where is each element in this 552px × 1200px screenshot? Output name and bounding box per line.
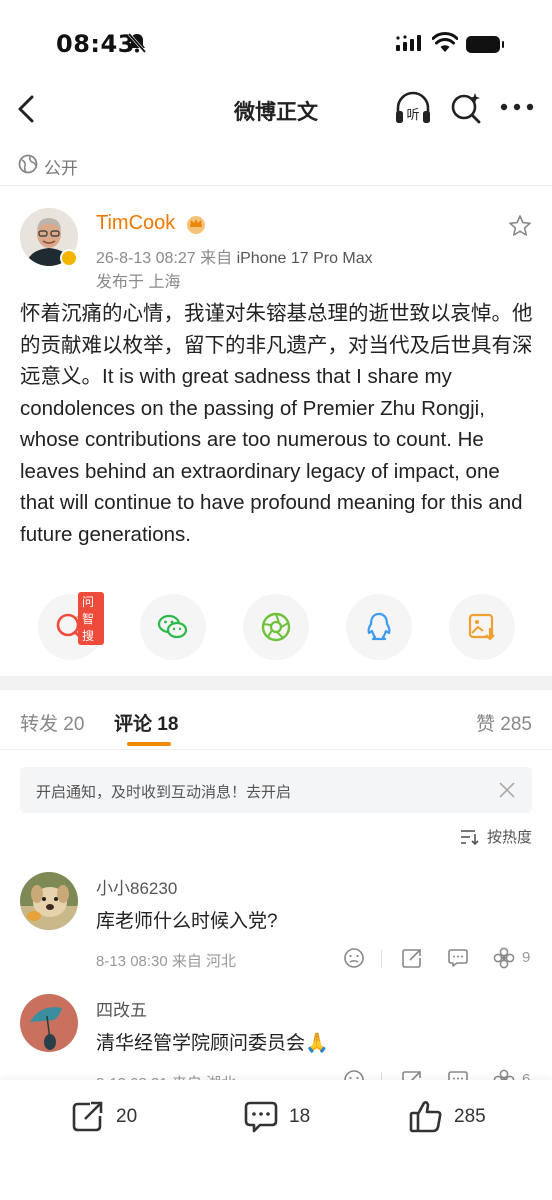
ask-ai-search-button[interactable]: 问智搜	[38, 592, 104, 660]
share-moments-button[interactable]	[243, 594, 309, 660]
like-button[interactable]: 285	[408, 1098, 508, 1138]
save-image-icon	[468, 613, 495, 641]
bell-muted-icon	[127, 33, 147, 53]
emoji-icon[interactable]	[342, 946, 366, 970]
repost-icon[interactable]	[400, 946, 424, 970]
repost-count: 20	[116, 1106, 138, 1127]
repost-button[interactable]: 20	[70, 1098, 160, 1138]
comment-icon[interactable]	[446, 946, 470, 970]
ask-tag-badge: 问智搜	[78, 592, 104, 645]
globe-icon	[18, 154, 38, 174]
source-prefix: 来自	[200, 250, 233, 267]
verified-badge-icon	[60, 249, 78, 267]
share-qq-button[interactable]	[346, 594, 412, 660]
ai-search-icon[interactable]	[450, 91, 482, 125]
post-location: 发布于 上海	[96, 274, 181, 291]
tab-comments[interactable]: 评论 18	[114, 709, 178, 736]
avatar[interactable]	[20, 872, 78, 930]
comment-actions: 9	[340, 946, 540, 972]
interaction-tabs: 转发 20 评论 18 赞 285	[0, 690, 552, 750]
qq-icon	[367, 612, 391, 641]
moments-icon	[261, 612, 291, 642]
listen-headphones-icon[interactable]: 听	[394, 91, 432, 125]
favorite-star-icon[interactable]	[508, 214, 532, 238]
comment-meta: 8-13 08:30 来自 河北	[96, 953, 237, 970]
close-icon[interactable]	[498, 781, 516, 799]
wechat-icon	[157, 614, 188, 639]
active-tab-indicator	[127, 742, 171, 746]
save-image-button[interactable]	[449, 594, 515, 660]
more-options-icon[interactable]	[500, 102, 534, 112]
tab-repost[interactable]: 转发 20	[20, 709, 84, 736]
post-timestamp: 26-8-13 08:27	[96, 250, 196, 267]
post-device: iPhone 17 Pro Max	[236, 250, 373, 267]
comment-text: 库老师什么时候入党?	[96, 911, 278, 932]
battery-icon	[466, 36, 504, 53]
like-flower-icon[interactable]	[492, 946, 516, 970]
dog-avatar	[20, 872, 78, 930]
bottom-action-bar: 20 18 285	[0, 1080, 552, 1200]
sort-by-hot-button[interactable]: 按热度	[459, 826, 532, 848]
comment-like-count: 9	[522, 949, 531, 966]
status-bar: 08:43	[0, 0, 552, 80]
crown-badge-icon	[187, 216, 205, 234]
author-name[interactable]: TimCook	[96, 212, 175, 235]
repost-icon	[72, 1101, 103, 1132]
notification-text: 开启通知，及时收到互动消息！去开启	[36, 784, 292, 801]
notification-banner[interactable]: 开启通知，及时收到互动消息！去开启	[20, 767, 532, 813]
listen-label: 听	[406, 108, 419, 123]
like-count: 285	[454, 1106, 486, 1127]
comment-button[interactable]: 18	[243, 1098, 333, 1138]
tab-likes[interactable]: 赞 285	[476, 709, 532, 736]
avatar[interactable]	[20, 994, 78, 1052]
nav-bar: 微博正文 听	[0, 80, 552, 138]
comment-username[interactable]: 四改五	[96, 996, 147, 1021]
share-wechat-button[interactable]	[140, 594, 206, 660]
thumbs-up-icon	[409, 1101, 442, 1133]
comment-text: 清华经管学院顾问委员会🙏	[96, 1033, 329, 1054]
cellular-signal-icon	[396, 35, 421, 51]
status-time: 08:43	[56, 30, 135, 58]
post-text: 怀着沉痛的心情，我谨对朱镕基总理的逝世致以哀悼。他的贡献难以枚举，留下的非凡遗产…	[20, 302, 533, 546]
visibility-bar: 公开	[0, 144, 552, 186]
section-divider	[0, 676, 552, 690]
sort-icon	[460, 829, 479, 845]
comment-icon	[244, 1101, 278, 1133]
share-row: 问智搜	[0, 592, 552, 660]
comment-count: 18	[289, 1106, 311, 1127]
wifi-icon	[432, 32, 458, 52]
comment-username[interactable]: 小小86230	[96, 874, 177, 899]
post-meta: 26-8-13 08:27 来自 iPhone 17 Pro Max	[96, 244, 373, 268]
sort-label: 按热度	[486, 829, 532, 846]
visibility-label: 公开	[44, 159, 78, 178]
comment-item: 小小86230 库老师什么时候入党? 8-13 08:30 来自 河北 9	[0, 872, 552, 976]
umbrella-avatar	[20, 994, 78, 1052]
post-author: TimCook 26-8-13 08:27 来自 iPhone 17 Pro M…	[0, 206, 552, 291]
action-separator	[381, 950, 382, 968]
